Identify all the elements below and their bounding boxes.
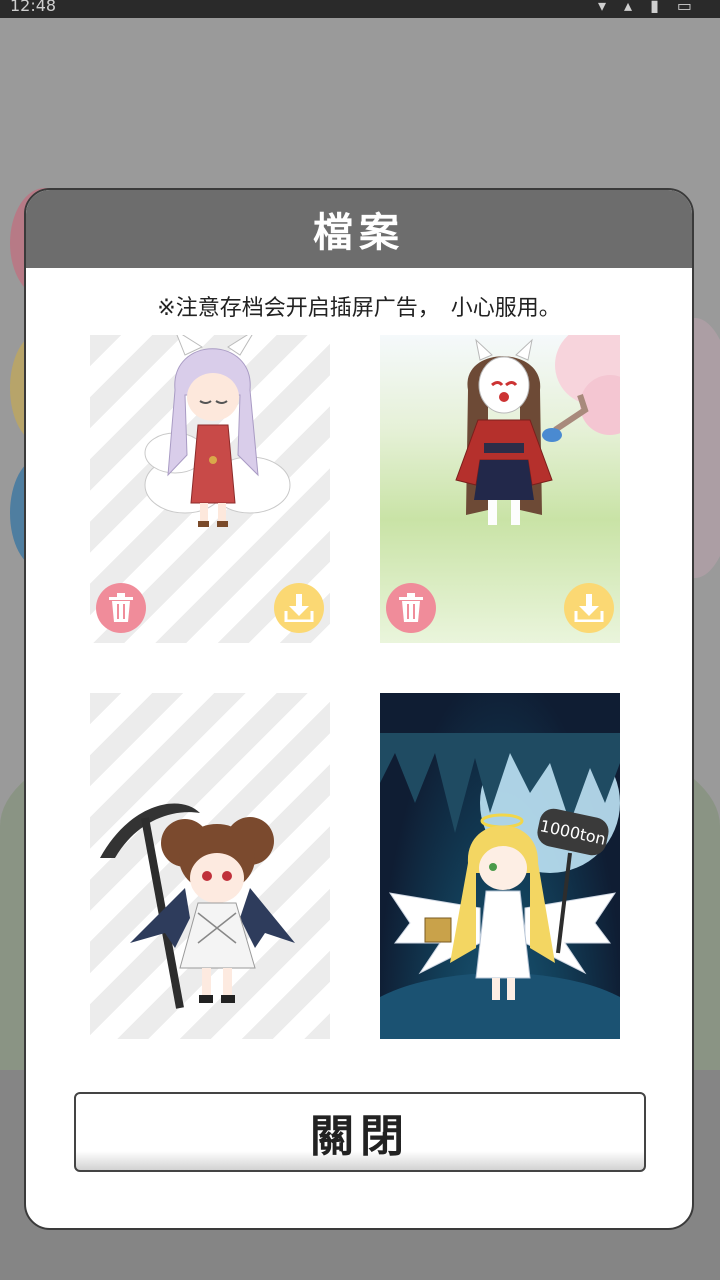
close-button[interactable]: 關閉 <box>74 1092 646 1172</box>
save-slot-2[interactable] <box>380 335 620 643</box>
trash-icon <box>109 593 133 622</box>
close-button-label: 關閉 <box>310 1111 410 1162</box>
ad-notice: ※注意存档会开启插屏广告， 小心服用。 <box>157 296 561 321</box>
save-slot-4[interactable]: 1000ton <box>380 693 620 1039</box>
dialog-header: 檔案 <box>26 190 692 268</box>
download-icon <box>284 594 314 622</box>
status-bar: 12:48 ▾▴▮▭ <box>0 0 720 18</box>
delete-button[interactable] <box>96 583 146 633</box>
dialog-title: 檔案 <box>313 210 405 256</box>
load-button[interactable] <box>564 583 614 633</box>
character-thumbnail <box>100 803 295 1009</box>
load-button[interactable] <box>274 583 324 633</box>
status-time: 12:48 <box>10 0 57 15</box>
save-slot-3[interactable] <box>90 693 330 1039</box>
character-thumbnail <box>380 733 620 1039</box>
trash-icon <box>399 593 423 622</box>
save-file-dialog: 檔案 ※注意存档会开启插屏广告， 小心服用。 1000ton 關閉 <box>24 188 694 1230</box>
save-slot-1[interactable] <box>90 335 330 643</box>
download-icon <box>574 594 604 622</box>
status-icons: ▾▴▮▭ <box>598 0 710 15</box>
sign-text: 1000ton <box>538 815 608 849</box>
delete-button[interactable] <box>386 583 436 633</box>
